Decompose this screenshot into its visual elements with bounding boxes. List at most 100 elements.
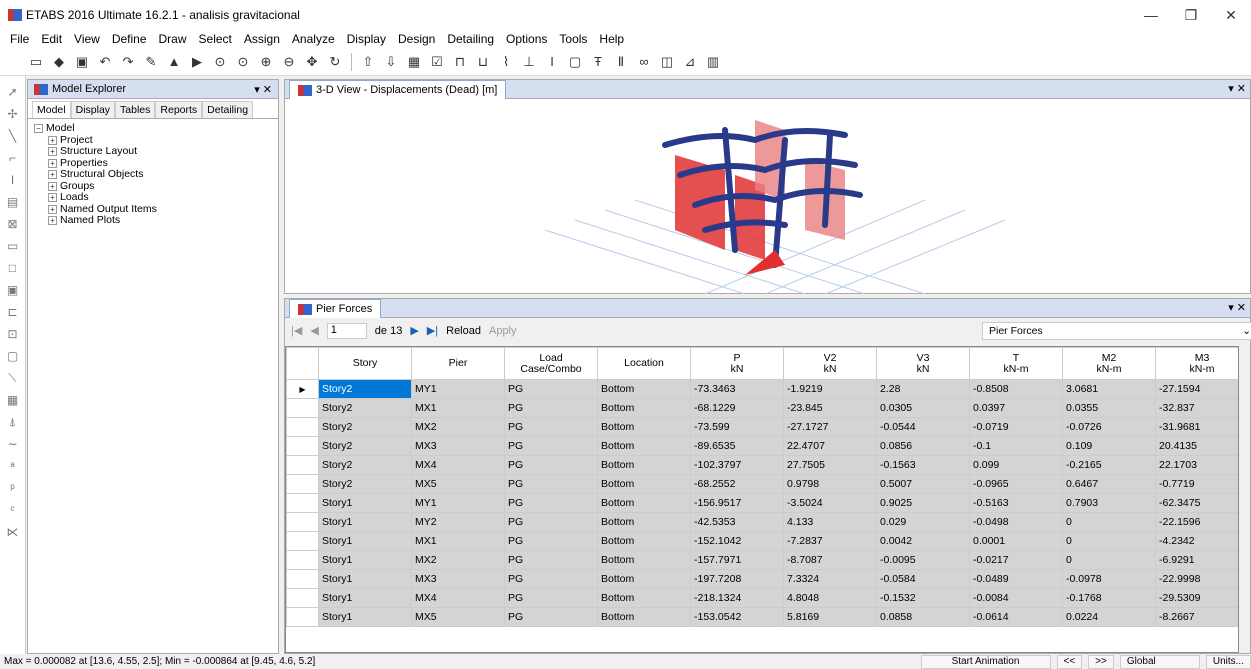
table-row[interactable]: Story1 MX3 PG Bottom -197.7208 7.3324 -0.0584-… bbox=[286, 569, 1238, 589]
table-cell[interactable]: 2.28 bbox=[876, 379, 970, 399]
zoom-rubber-icon[interactable]: ⊙ bbox=[210, 52, 230, 72]
table-cell[interactable]: PG bbox=[504, 531, 598, 551]
row-header[interactable] bbox=[286, 531, 319, 551]
expand-icon[interactable]: + bbox=[48, 216, 57, 226]
table-cell[interactable]: -153.0542 bbox=[690, 607, 784, 627]
units-button[interactable]: Units... bbox=[1205, 654, 1251, 669]
table-cell[interactable]: MX5 bbox=[411, 607, 505, 627]
table-cell[interactable]: Story2 bbox=[318, 417, 412, 437]
menu-edit[interactable]: Edit bbox=[35, 32, 68, 46]
table-cell[interactable]: PG bbox=[504, 588, 598, 608]
table-cell[interactable]: -68.2552 bbox=[690, 474, 784, 494]
column-header[interactable]: PkN bbox=[690, 347, 784, 380]
panel-close-icon[interactable]: ▾ ✕ bbox=[254, 83, 272, 96]
table-cell[interactable]: PG bbox=[504, 550, 598, 570]
table-cell[interactable]: MX2 bbox=[411, 550, 505, 570]
table-cell[interactable]: -0.5163 bbox=[969, 493, 1063, 513]
table-cell[interactable]: Story2 bbox=[318, 398, 412, 418]
tab-pier-forces[interactable]: Pier Forces bbox=[289, 299, 382, 318]
structure-model-3d[interactable] bbox=[285, 100, 1251, 294]
tab-reports[interactable]: Reports bbox=[155, 101, 203, 118]
table-cell[interactable]: -23.845 bbox=[783, 398, 877, 418]
row-header[interactable] bbox=[286, 588, 319, 608]
floor-draw-icon[interactable]: ▭ bbox=[3, 236, 23, 256]
column-header[interactable]: V3 kN bbox=[876, 347, 970, 380]
table-cell[interactable]: -6.9291 bbox=[1155, 550, 1238, 570]
table-row[interactable]: ▶ Story2 MY1 PG Bottom -73.3463 -1.9219 2.28 -0.… bbox=[286, 379, 1238, 399]
table-cell[interactable]: 4.133 bbox=[783, 512, 877, 532]
column-header[interactable]: TkN-m bbox=[969, 347, 1063, 380]
column-header[interactable]: M3 kN-m bbox=[1155, 347, 1238, 380]
start-animation-button[interactable]: Start Animation bbox=[920, 654, 1051, 669]
table-row[interactable]: Story1 MX5 PG Bottom -153.0542 5.8169 0.0858 -0… bbox=[286, 607, 1238, 627]
tree-node-named-plots[interactable]: + Named Plots bbox=[34, 214, 272, 227]
move-up-icon[interactable]: ⇧ bbox=[358, 52, 378, 72]
column-header[interactable]: Location bbox=[597, 347, 691, 380]
table-cell[interactable]: PG bbox=[504, 436, 598, 456]
table-cell[interactable]: MY2 bbox=[411, 512, 505, 532]
table-row[interactable]: Story1 MX4 PG Bottom -218.1324 4.8048 -0.1532-… bbox=[286, 588, 1238, 608]
row-header[interactable] bbox=[286, 436, 319, 456]
tree-node-structural-objects[interactable]: + Structural Objects bbox=[34, 168, 272, 181]
table-cell[interactable]: Bottom bbox=[597, 398, 691, 418]
table-cell[interactable]: MX5 bbox=[411, 474, 505, 494]
table-cell[interactable]: -0.0498 bbox=[969, 512, 1063, 532]
table-cell[interactable]: Story2 bbox=[318, 455, 412, 475]
table-cell[interactable]: PG bbox=[504, 398, 598, 418]
row-header[interactable] bbox=[286, 455, 319, 475]
table-cell[interactable]: -156.9517 bbox=[690, 493, 784, 513]
table-cell[interactable]: 0.0355 bbox=[1062, 398, 1156, 418]
table-cell[interactable]: -197.7208 bbox=[690, 569, 784, 589]
move-down-icon[interactable]: ⇩ bbox=[381, 52, 401, 72]
brace-icon[interactable]: ∞ bbox=[634, 52, 654, 72]
table-cell[interactable]: MX4 bbox=[411, 455, 505, 475]
table-cell[interactable]: -4.2342 bbox=[1155, 531, 1238, 551]
table-cell[interactable]: -73.3463 bbox=[690, 379, 784, 399]
grid-draw-icon[interactable]: ▦ bbox=[3, 390, 23, 410]
column-header[interactable]: M2 kN-m bbox=[1062, 347, 1156, 380]
table-cell[interactable]: -27.1727 bbox=[783, 417, 877, 437]
menu-display[interactable]: Display bbox=[341, 32, 392, 46]
coordinate-system-dropdown[interactable]: Global bbox=[1119, 654, 1200, 669]
link-icon[interactable]: ⟍ bbox=[3, 368, 23, 388]
menu-options[interactable]: Options bbox=[500, 32, 553, 46]
design-icon[interactable]: Ι bbox=[542, 52, 562, 72]
wall-draw-icon[interactable]: □ bbox=[3, 258, 23, 278]
tree-node-loads[interactable]: + Loads bbox=[34, 191, 272, 204]
row-header[interactable] bbox=[286, 493, 319, 513]
menu-draw[interactable]: Draw bbox=[153, 32, 193, 46]
table-cell[interactable]: -0.0584 bbox=[876, 569, 970, 589]
table-cell[interactable]: -0.8508 bbox=[969, 379, 1063, 399]
table-cell[interactable]: Story1 bbox=[318, 607, 412, 627]
table-cell[interactable]: 0.5007 bbox=[876, 474, 970, 494]
table-cell[interactable]: 0.0397 bbox=[969, 398, 1063, 418]
clear-selection-icon[interactable]: ᶜ bbox=[3, 500, 23, 520]
table-cell[interactable]: -68.1229 bbox=[690, 398, 784, 418]
table-cell[interactable]: PG bbox=[504, 417, 598, 437]
row-header[interactable] bbox=[286, 417, 319, 437]
spandrel-label-icon[interactable]: ⊡ bbox=[3, 324, 23, 344]
undo-icon[interactable]: ↶ bbox=[95, 52, 115, 72]
table-cell[interactable]: 0 bbox=[1062, 550, 1156, 570]
table-cell[interactable]: -3.5024 bbox=[783, 493, 877, 513]
frame-icon[interactable]: ⊓ bbox=[450, 52, 470, 72]
table-cell[interactable]: -8.7087 bbox=[783, 550, 877, 570]
opening-icon[interactable]: ▥ bbox=[703, 52, 723, 72]
table-cell[interactable]: 0.109 bbox=[1062, 436, 1156, 456]
view-close-icon[interactable]: ▾ ✕ bbox=[1228, 82, 1246, 95]
frame-draw-icon[interactable]: ⌐ bbox=[3, 148, 23, 168]
run-icon[interactable]: ▶ bbox=[187, 52, 207, 72]
expand-icon[interactable]: + bbox=[48, 170, 57, 180]
table-cell[interactable]: -7.2837 bbox=[783, 531, 877, 551]
row-header[interactable] bbox=[286, 474, 319, 494]
section-icon[interactable]: ▢ bbox=[565, 52, 585, 72]
tree-node-structure-layout[interactable]: + Structure Layout bbox=[34, 145, 272, 158]
tab-display[interactable]: Display bbox=[70, 101, 116, 118]
shell-icon[interactable]: ⊔ bbox=[473, 52, 493, 72]
expand-icon[interactable]: + bbox=[48, 204, 57, 214]
table-cell[interactable]: MY1 bbox=[411, 493, 505, 513]
table-cell[interactable]: -152.1042 bbox=[690, 531, 784, 551]
table-row[interactable]: Story2 MX5 PG Bottom -68.2552 0.9798 0.5007 -0.… bbox=[286, 474, 1238, 494]
next-page-icon[interactable]: ▶ bbox=[410, 324, 418, 337]
table-cell[interactable]: -0.1532 bbox=[876, 588, 970, 608]
